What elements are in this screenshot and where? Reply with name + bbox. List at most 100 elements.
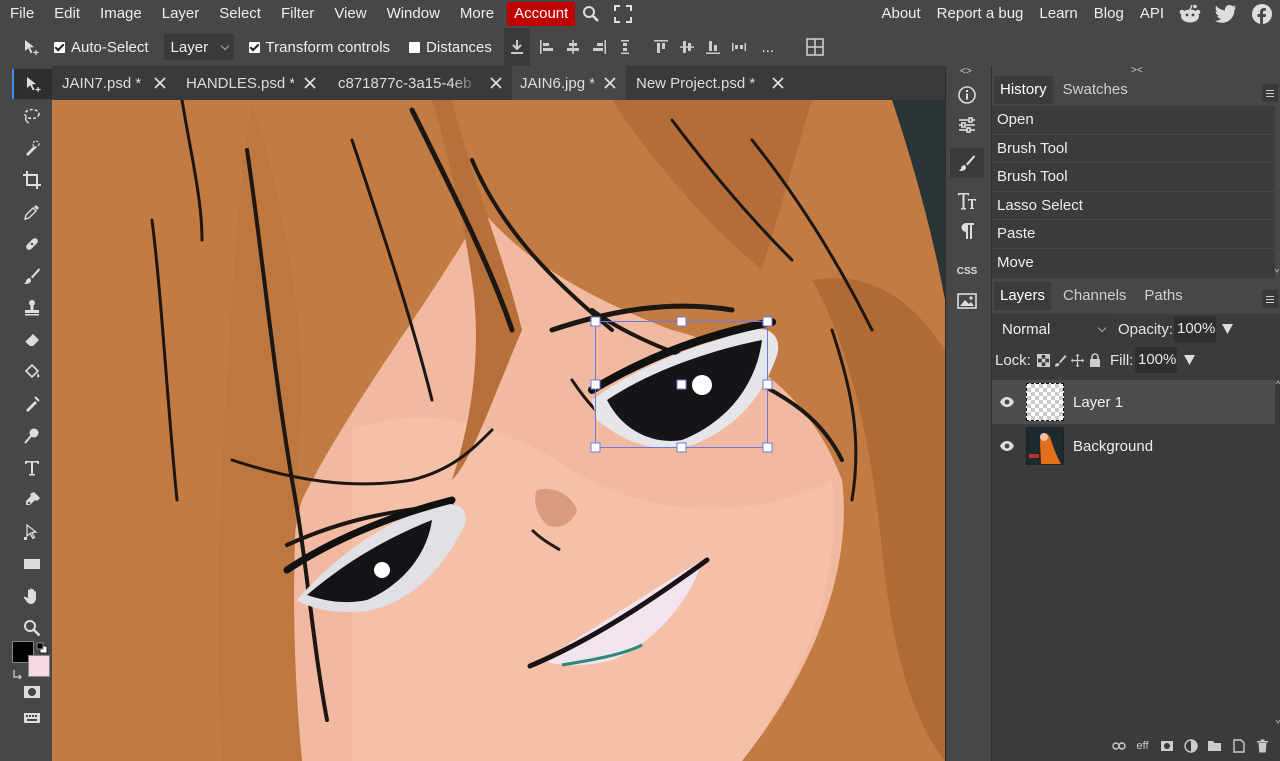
twitter-icon[interactable]: [1208, 0, 1244, 28]
css-panel-button[interactable]: CSS: [950, 256, 984, 286]
distribute-h-icon[interactable]: [612, 28, 638, 66]
distances-option[interactable]: Distances: [409, 28, 492, 66]
layer-effects-button[interactable]: eff: [1132, 736, 1153, 756]
path-select-tool[interactable]: [12, 517, 52, 547]
history-menu-icon[interactable]: [1262, 84, 1278, 102]
paragraph-panel-button[interactable]: [950, 216, 984, 246]
healing-brush-tool[interactable]: [12, 229, 52, 259]
eye-icon[interactable]: [992, 397, 1022, 407]
zoom-tool[interactable]: [12, 613, 52, 643]
tab-channels[interactable]: Channels: [1057, 282, 1132, 310]
align-top-icon[interactable]: [648, 28, 674, 66]
crop-tool[interactable]: [12, 165, 52, 195]
tab-jain7[interactable]: JAIN7.psd *: [52, 66, 176, 100]
type-tool[interactable]: [12, 453, 52, 483]
close-icon[interactable]: [294, 66, 326, 100]
layer-row[interactable]: Layer 1: [992, 380, 1275, 424]
lock-transparency-icon[interactable]: [1037, 354, 1050, 367]
search-icon[interactable]: [575, 0, 607, 28]
background-color[interactable]: [28, 655, 50, 677]
close-icon[interactable]: [762, 66, 794, 100]
link-learn[interactable]: Learn: [1031, 0, 1085, 28]
menu-image[interactable]: Image: [90, 0, 152, 28]
close-icon[interactable]: [144, 66, 176, 100]
history-item[interactable]: Brush Tool: [992, 135, 1275, 164]
tab-history[interactable]: History: [994, 76, 1053, 104]
quick-mask-tool[interactable]: [12, 679, 52, 705]
dodge-tool[interactable]: [12, 421, 52, 451]
menu-select[interactable]: Select: [209, 0, 271, 28]
lock-pixels-icon[interactable]: [1054, 354, 1067, 367]
lock-all-icon[interactable]: [1089, 353, 1101, 367]
history-item[interactable]: Open: [992, 106, 1275, 135]
menu-file[interactable]: File: [0, 0, 44, 28]
character-panel-button[interactable]: [950, 186, 984, 216]
adjustments-panel-button[interactable]: [950, 110, 984, 140]
pen-tool[interactable]: [12, 485, 52, 515]
menu-edit[interactable]: Edit: [44, 0, 90, 28]
target-select[interactable]: Layer: [163, 34, 234, 60]
auto-select-option[interactable]: Auto-Select: [54, 28, 149, 66]
eye-icon[interactable]: [992, 441, 1022, 451]
hand-tool[interactable]: [12, 581, 52, 611]
swap-colors-icon[interactable]: [36, 641, 48, 654]
auto-select-checkbox[interactable]: [54, 41, 65, 53]
more-options-button[interactable]: ...: [758, 28, 778, 66]
align-left-icon[interactable]: [534, 28, 560, 66]
blend-mode-select[interactable]: Normal: [995, 316, 1111, 342]
collapse-arrows-icon[interactable]: <>: [960, 66, 972, 77]
new-group-icon[interactable]: [1204, 736, 1225, 756]
transform-controls-option[interactable]: Transform controls: [248, 28, 390, 66]
menu-window[interactable]: Window: [377, 0, 450, 28]
canvas-area[interactable]: [52, 100, 945, 761]
close-icon[interactable]: [594, 66, 626, 100]
layers-scrollbar[interactable]: [1275, 380, 1280, 730]
close-icon[interactable]: [480, 66, 512, 100]
tab-paths[interactable]: Paths: [1138, 282, 1188, 310]
fill-input[interactable]: 100%: [1135, 347, 1177, 373]
tab-layers[interactable]: Layers: [994, 282, 1052, 310]
distribute-v-icon[interactable]: [726, 28, 752, 66]
history-item[interactable]: Lasso Select: [992, 192, 1275, 221]
download-icon[interactable]: [503, 28, 530, 66]
align-right-icon[interactable]: [586, 28, 612, 66]
clone-stamp-tool[interactable]: [12, 293, 52, 323]
quick-select-tool[interactable]: [12, 133, 52, 163]
keyboard-shortcuts-button[interactable]: [12, 705, 52, 731]
shape-tool[interactable]: [12, 549, 52, 579]
link-about[interactable]: About: [873, 0, 928, 28]
brush-tool[interactable]: [12, 261, 52, 291]
history-item[interactable]: Move: [992, 249, 1275, 278]
opacity-dropdown-icon[interactable]: [1222, 324, 1233, 334]
fullscreen-icon[interactable]: [607, 0, 639, 28]
eyedropper-tool[interactable]: [12, 197, 52, 227]
fill-dropdown-icon[interactable]: [1184, 355, 1195, 365]
history-scrollbar[interactable]: [1274, 106, 1280, 278]
tab-handles[interactable]: HANDLES.psd *: [176, 66, 326, 100]
menu-account[interactable]: Account: [507, 2, 576, 26]
move-tool[interactable]: [12, 69, 52, 99]
menu-layer[interactable]: Layer: [152, 0, 210, 28]
lock-position-icon[interactable]: [1071, 354, 1084, 367]
align-middle-v-icon[interactable]: [674, 28, 700, 66]
link-api[interactable]: API: [1132, 0, 1172, 28]
reset-colors-icon[interactable]: [12, 667, 24, 680]
menu-more[interactable]: More: [450, 0, 504, 28]
tab-c871877c[interactable]: c871877c-3a15-4eb: [326, 66, 512, 100]
align-center-h-icon[interactable]: [560, 28, 586, 66]
add-mask-icon[interactable]: [1156, 736, 1177, 756]
menu-view[interactable]: View: [324, 0, 376, 28]
grid-icon[interactable]: [802, 28, 828, 66]
align-bottom-icon[interactable]: [700, 28, 726, 66]
facebook-icon[interactable]: [1244, 0, 1280, 28]
menu-filter[interactable]: Filter: [271, 0, 324, 28]
tab-new-project[interactable]: New Project.psd *: [626, 66, 794, 100]
distances-checkbox[interactable]: [409, 41, 421, 53]
layer-row[interactable]: Background: [992, 424, 1275, 468]
transform-controls-checkbox[interactable]: [248, 41, 260, 53]
tab-jain6[interactable]: JAIN6.jpg *: [512, 66, 626, 100]
link-report-bug[interactable]: Report a bug: [929, 0, 1032, 28]
image-panel-button[interactable]: [950, 286, 984, 316]
history-item[interactable]: Brush Tool: [992, 163, 1275, 192]
adjustment-layer-icon[interactable]: [1180, 736, 1201, 756]
